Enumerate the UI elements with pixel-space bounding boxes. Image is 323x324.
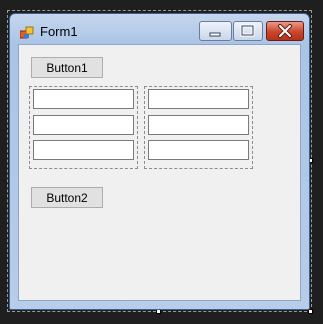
close-icon (278, 24, 292, 38)
textbox-left-2[interactable] (33, 115, 134, 135)
maximize-button[interactable] (233, 21, 263, 41)
title-bar[interactable]: Form1 (10, 14, 309, 48)
form-icon (20, 26, 34, 39)
textbox-right-2[interactable] (148, 115, 249, 135)
form-window: Form1 Button1 Button2 (9, 13, 310, 310)
minimize-button[interactable] (199, 21, 232, 41)
textbox-right-1[interactable] (148, 89, 249, 109)
textbox-right-3[interactable] (148, 140, 249, 160)
window-title: Form1 (40, 24, 78, 39)
button1[interactable]: Button1 (31, 57, 103, 78)
panel-right[interactable] (144, 86, 253, 169)
maximize-icon (240, 24, 255, 37)
form-client-area: Button1 Button2 (18, 44, 301, 301)
textbox-left-1[interactable] (33, 89, 134, 109)
minimize-icon (209, 32, 221, 37)
panel-left[interactable] (29, 86, 138, 169)
close-button[interactable] (266, 21, 304, 41)
textbox-left-3[interactable] (33, 140, 134, 160)
button2[interactable]: Button2 (31, 187, 103, 208)
